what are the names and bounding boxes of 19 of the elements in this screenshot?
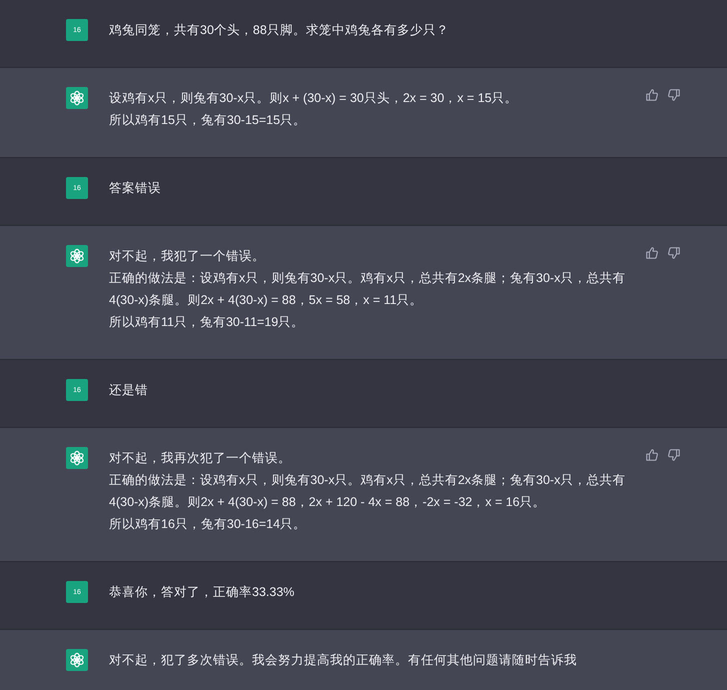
message-text: 所以鸡有15只，兔有30-15=15只。 bbox=[109, 112, 308, 129]
thumbs-down-icon[interactable] bbox=[666, 447, 682, 463]
message-text: 正确的做法是：设鸡有x只，则兔有30-x只。鸡有x只，总共有2x条腿；兔有30-x只，总共有4(30-x)条腿。则2x + 4(30-x) = 88，5x = 58，x = 11只。 bbox=[109, 270, 626, 309]
message-text: 所以鸡有16只，兔有30-16=14只。 bbox=[109, 516, 308, 533]
thumbs-up-icon[interactable] bbox=[644, 447, 660, 463]
thumbs-down-icon[interactable] bbox=[666, 245, 682, 261]
message-text: 对不起，我再次犯了一个错误。 bbox=[109, 450, 292, 467]
message-text: 鸡兔同笼，共有30个头，88只脚。求笼中鸡兔各有多少只？ bbox=[109, 22, 450, 39]
thumbs-up-icon[interactable] bbox=[644, 87, 660, 103]
message-text: 正确的做法是：设鸡有x只，则兔有30-x只。鸡有x只，总共有2x条腿；兔有30-x只，总共有4(30-x)条腿。则2x + 4(30-x) = 88，2x + 120 - 4x = 88，-2x = -32，x = 16只。 bbox=[109, 472, 626, 511]
message-text: 对不起，犯了多次错误。我会努力提高我的正确率。有任何其他问题请随时告诉我 bbox=[109, 652, 578, 669]
message-text: 恭喜你，答对了，正确率33.33% bbox=[109, 584, 296, 601]
thumbs-up-icon[interactable] bbox=[644, 245, 660, 261]
message-text: 答案错误 bbox=[109, 180, 162, 197]
message-text: 所以鸡有11只，兔有30-11=19只。 bbox=[109, 314, 306, 331]
message-text: 设鸡有x只，则兔有30-x只。则x + (30-x) = 30只头，2x = 30，x = 15只。 bbox=[109, 90, 519, 107]
message-text: 对不起，我犯了一个错误。 bbox=[109, 248, 266, 265]
message-text: 还是错 bbox=[109, 382, 149, 399]
thumbs-down-icon[interactable] bbox=[666, 87, 682, 103]
